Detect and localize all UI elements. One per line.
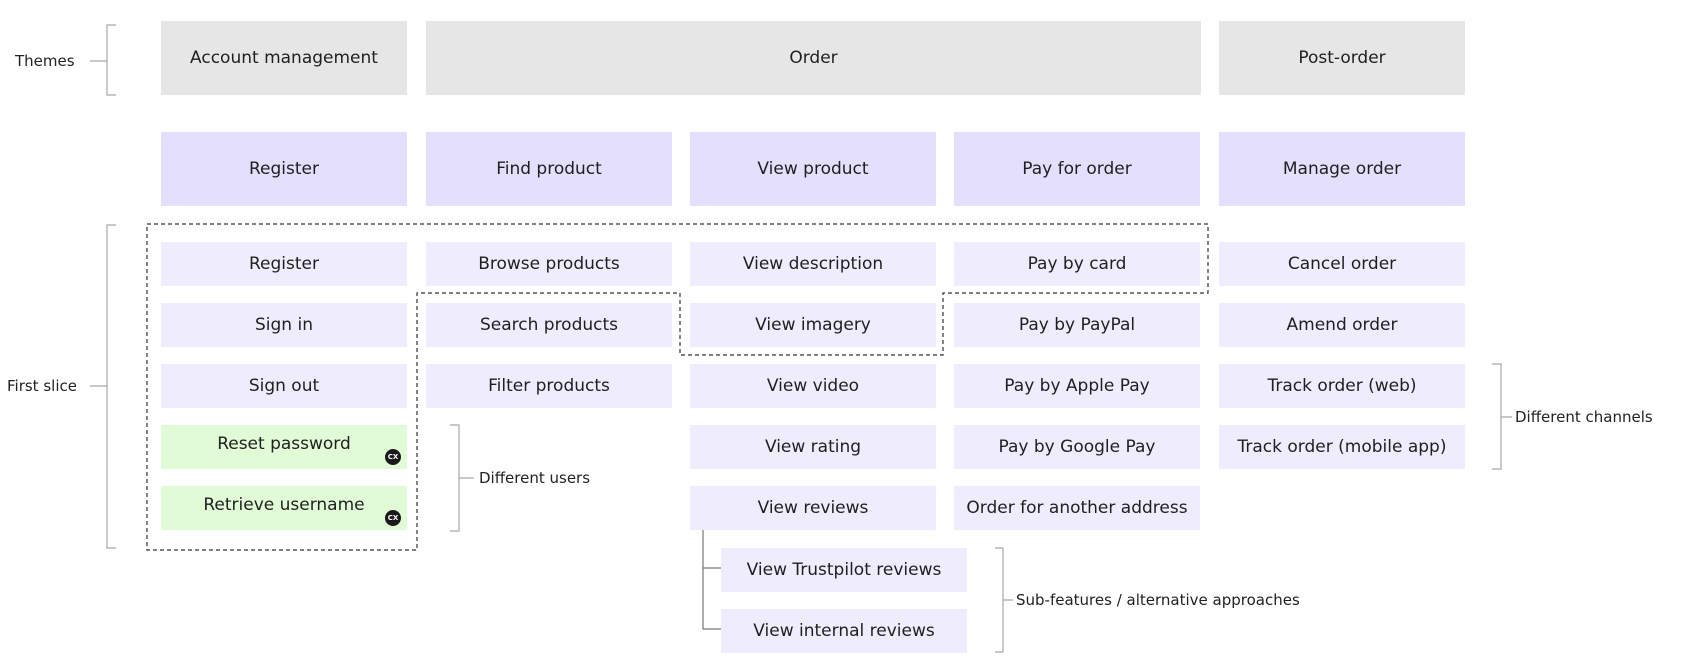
story-text: Track order (mobile app) xyxy=(1237,437,1447,457)
story-text: Search products xyxy=(479,315,619,335)
story-card: Cancel order xyxy=(1219,242,1465,286)
story-text: Cancel order xyxy=(1287,254,1397,274)
story-text: View description xyxy=(742,254,884,274)
different-channels-label: Different channels xyxy=(1515,408,1653,426)
feature-card: Register xyxy=(161,132,407,206)
story-card: Track order (mobile app) xyxy=(1219,425,1465,469)
story-card: Sign in xyxy=(161,303,407,347)
feature-card: Manage order xyxy=(1219,132,1465,206)
story-text: Register xyxy=(249,254,319,274)
different-users-label: Different users xyxy=(479,469,591,487)
story-text: Retrieve username xyxy=(203,495,365,515)
story-card: View description xyxy=(690,242,936,286)
first-slice-bracket xyxy=(90,224,116,549)
story-text: Track order (web) xyxy=(1267,376,1417,396)
sub-features-bracket xyxy=(995,547,1013,653)
story-text: Sign in xyxy=(255,315,313,335)
story-card: View video xyxy=(690,364,936,408)
story-text: View reviews xyxy=(757,498,869,518)
story-card: Filter products xyxy=(426,364,672,408)
feature-card: View product xyxy=(690,132,936,206)
story-text: View rating xyxy=(764,437,862,457)
sub-features-label: Sub-features / alternative approaches xyxy=(1016,591,1300,609)
story-card: Sign out xyxy=(161,364,407,408)
story-text: Filter products xyxy=(488,376,610,396)
theme-account-management: Account management xyxy=(161,21,407,95)
theme-post-order: Post-order xyxy=(1219,21,1465,95)
sub-feature-card: View Trustpilot reviews xyxy=(721,548,967,592)
story-card: Amend order xyxy=(1219,303,1465,347)
story-text: Pay by Google Pay xyxy=(998,437,1156,457)
story-card: Pay by Google Pay xyxy=(954,425,1200,469)
story-text: Pay by Apple Pay xyxy=(1004,376,1150,396)
story-text: View imagery xyxy=(755,315,871,335)
themes-label: Themes xyxy=(15,52,75,70)
sub-feature-connector xyxy=(702,530,721,630)
story-card: Track order (web) xyxy=(1219,364,1465,408)
first-slice-label: First slice xyxy=(7,377,77,395)
story-card: Pay by PayPal xyxy=(954,303,1200,347)
story-card: Register xyxy=(161,242,407,286)
story-card: View reviews xyxy=(690,486,936,530)
different-users-bracket xyxy=(450,424,474,532)
feature-card: Find product xyxy=(426,132,672,206)
story-text: Order for another address xyxy=(966,498,1188,518)
story-card: View rating xyxy=(690,425,936,469)
sub-feature-card: View internal reviews xyxy=(721,609,967,653)
different-channels-bracket xyxy=(1492,363,1512,470)
story-card: Search products xyxy=(426,303,672,347)
theme-order: Order xyxy=(426,21,1201,95)
story-text: Sign out xyxy=(248,376,320,396)
story-card: Pay by Apple Pay xyxy=(954,364,1200,408)
story-text: View video xyxy=(766,376,860,396)
story-card: Retrieve username CX xyxy=(161,486,407,530)
story-text: Pay by card xyxy=(1027,254,1127,274)
story-text: Amend order xyxy=(1286,315,1398,335)
cx-badge: CX xyxy=(385,510,401,526)
story-card: View imagery xyxy=(690,303,936,347)
story-card: Reset password CX xyxy=(161,425,407,469)
story-card: Pay by card xyxy=(954,242,1200,286)
themes-bracket xyxy=(90,24,116,96)
story-card: Order for another address xyxy=(954,486,1200,530)
feature-card: Pay for order xyxy=(954,132,1200,206)
story-text: Reset password xyxy=(217,434,351,454)
story-text: Browse products xyxy=(478,254,620,274)
story-text: Pay by PayPal xyxy=(1018,315,1136,335)
cx-badge: CX xyxy=(385,449,401,465)
story-card: Browse products xyxy=(426,242,672,286)
